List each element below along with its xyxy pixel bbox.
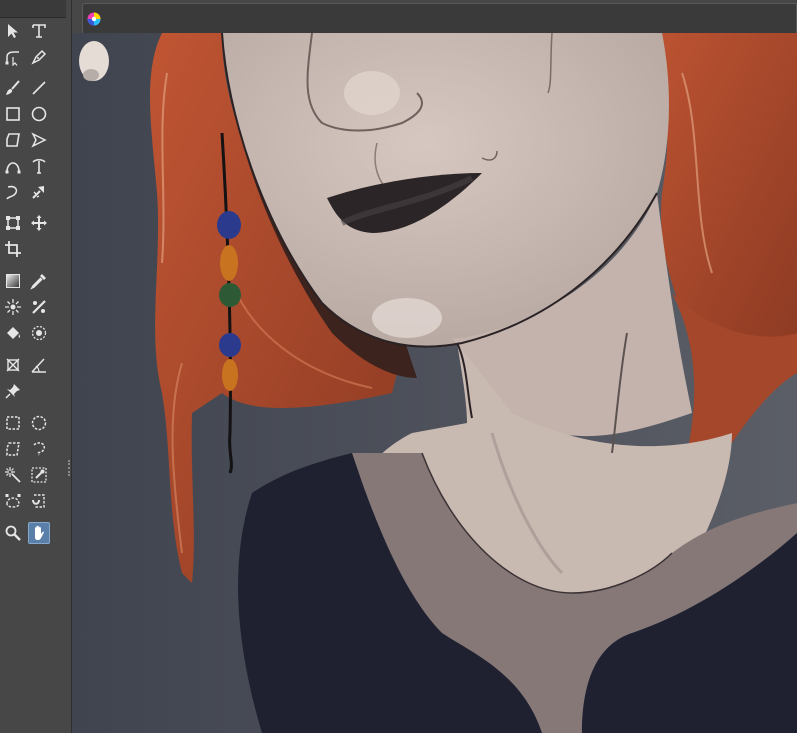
selection-arrow-icon[interactable] xyxy=(2,20,24,42)
toolbox xyxy=(0,0,72,733)
node-edit-icon[interactable] xyxy=(2,46,24,68)
polygon-select-icon[interactable] xyxy=(2,438,24,460)
artwork xyxy=(72,33,797,733)
text-tool-icon[interactable] xyxy=(28,20,50,42)
polyline-tool-icon[interactable] xyxy=(28,129,50,151)
document-tab-bar xyxy=(72,0,797,33)
measure-tool-icon[interactable] xyxy=(28,354,50,376)
assistant-tool-icon[interactable] xyxy=(2,354,24,376)
smart-patch-icon[interactable] xyxy=(2,296,24,318)
bezier-select-icon[interactable] xyxy=(2,490,24,512)
document-tab[interactable] xyxy=(82,3,797,33)
rect-select-icon[interactable] xyxy=(2,412,24,434)
dynamic-brush-icon[interactable] xyxy=(28,181,50,203)
eyedropper-icon[interactable] xyxy=(28,270,50,292)
ellipse-tool-icon[interactable] xyxy=(28,103,50,125)
reference-pin-icon[interactable] xyxy=(2,380,24,402)
crop-icon[interactable] xyxy=(2,238,24,260)
polygon-tool-icon[interactable] xyxy=(2,129,24,151)
move-icon[interactable] xyxy=(28,212,50,234)
similar-color-select-icon[interactable] xyxy=(28,464,50,486)
magnetic-select-icon[interactable] xyxy=(28,490,50,512)
brush-cursor xyxy=(79,41,109,81)
drawing-canvas[interactable] xyxy=(72,33,797,733)
hand-tool[interactable] xyxy=(28,522,50,544)
pen-tool-icon[interactable] xyxy=(28,46,50,68)
enclose-fill-icon[interactable] xyxy=(28,322,50,344)
freehand-select-icon[interactable] xyxy=(28,438,50,460)
color-wheel-icon xyxy=(87,12,101,25)
gradient-tool-icon[interactable] xyxy=(2,270,24,292)
magic-wand-icon[interactable] xyxy=(2,464,24,486)
hand-icon xyxy=(35,525,44,540)
zoom-icon[interactable] xyxy=(2,522,24,544)
multibrush-icon[interactable] xyxy=(28,296,50,318)
rectangle-tool-icon[interactable] xyxy=(2,103,24,125)
toolbox-titlebar xyxy=(0,0,66,18)
line-tool-icon[interactable] xyxy=(28,77,50,99)
brush-icon[interactable] xyxy=(2,77,24,99)
transform-icon[interactable] xyxy=(2,212,24,234)
curve-edit-icon[interactable] xyxy=(28,155,50,177)
ellipse-select-icon[interactable] xyxy=(28,412,50,434)
spiral-curve-icon[interactable] xyxy=(2,181,24,203)
fill-bucket-icon[interactable] xyxy=(2,322,24,344)
bezier-curve-icon[interactable] xyxy=(2,155,24,177)
